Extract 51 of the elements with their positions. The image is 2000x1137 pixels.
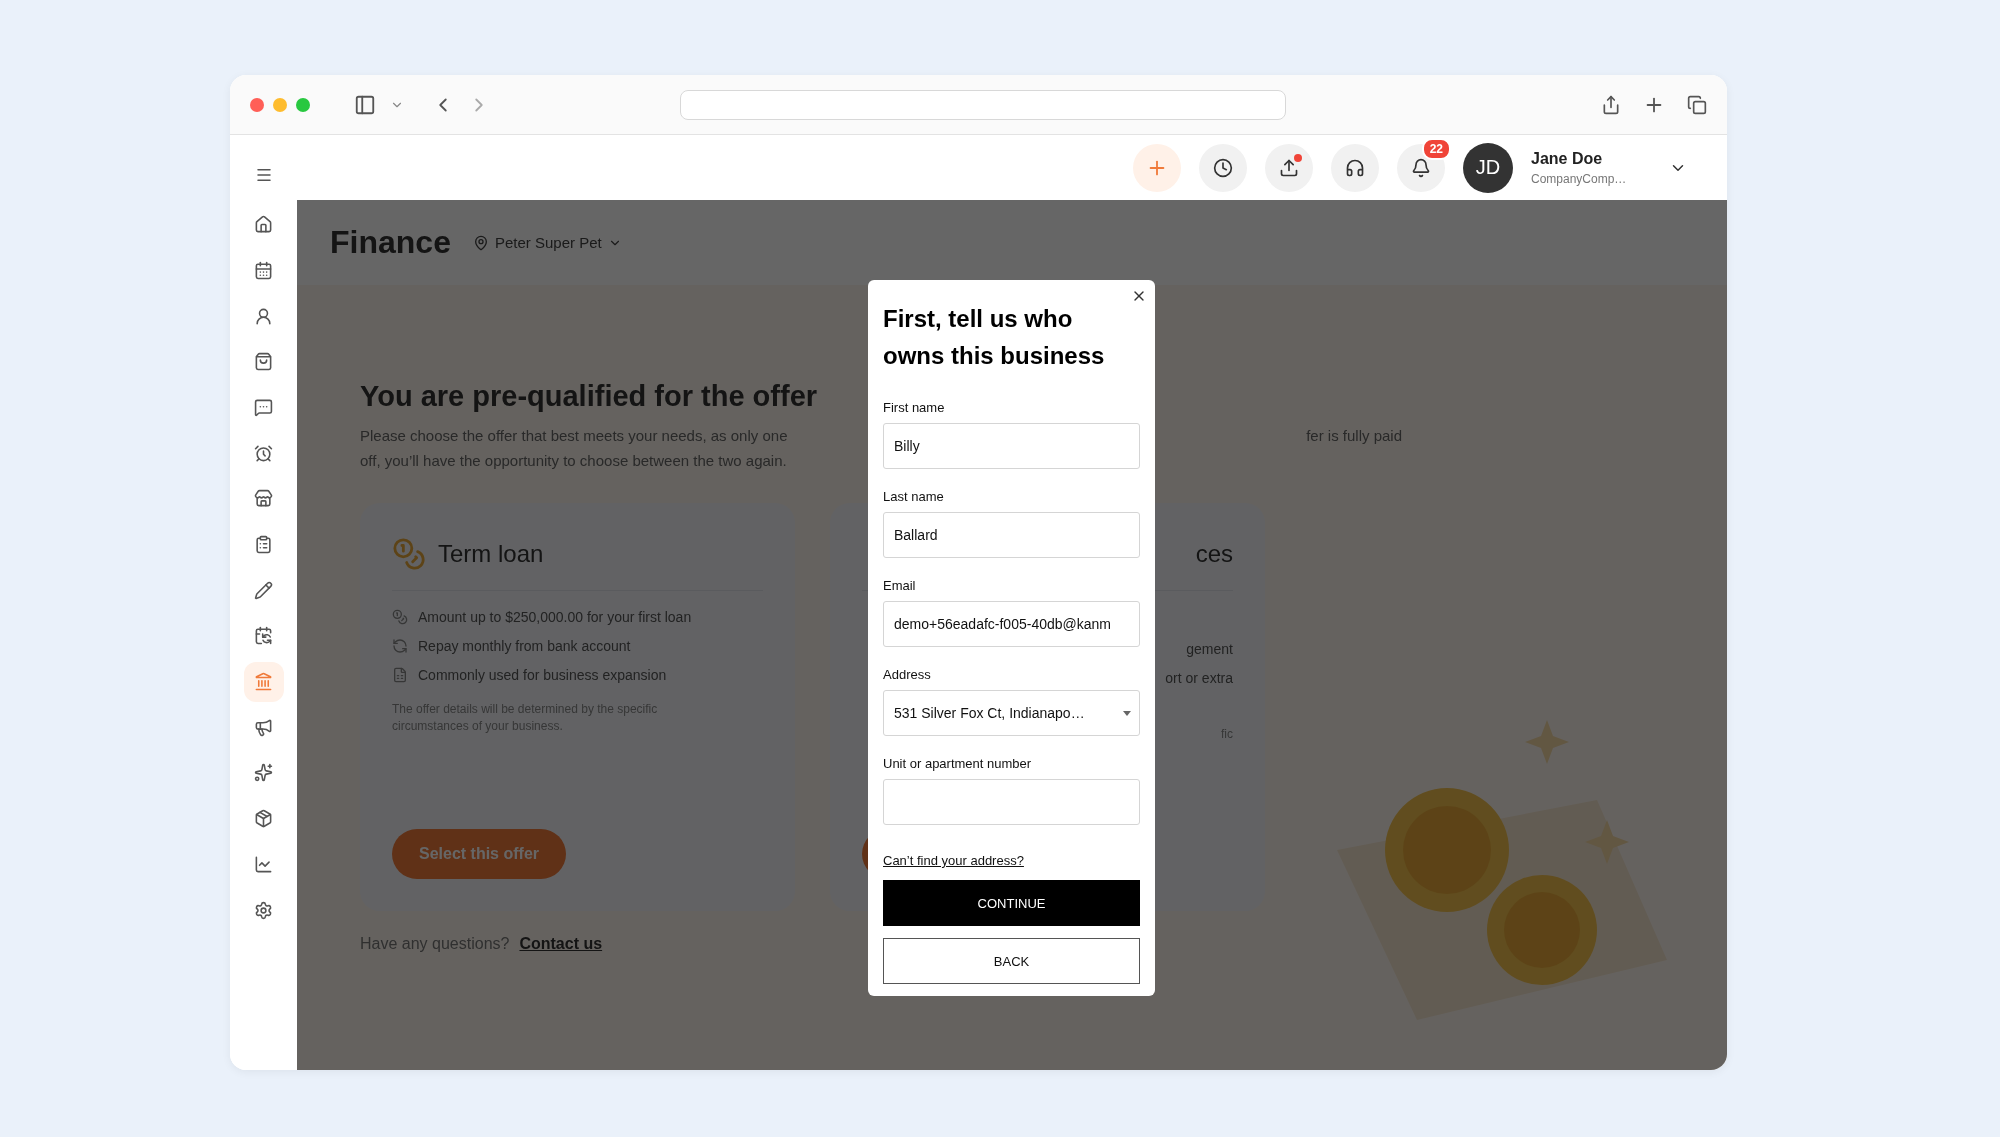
card-title: Term loan xyxy=(438,539,544,568)
field-label: Unit or apartment number xyxy=(883,756,1033,771)
user-name: Jane Doe xyxy=(1531,149,1604,168)
feature-text: gement xyxy=(1186,641,1233,657)
share-icon[interactable] xyxy=(1601,94,1621,115)
address-select[interactable]: 531 Silver Fox Ct, Indianapo… xyxy=(883,690,1140,736)
clock-icon xyxy=(1213,157,1233,178)
upload-icon xyxy=(1279,157,1299,178)
headset-button[interactable] xyxy=(1331,143,1379,192)
field-label: Address xyxy=(883,667,932,682)
feature-text: Amount up to $250,000.00 for your first loan xyxy=(418,609,692,625)
headset-icon xyxy=(1345,157,1365,178)
pin-icon xyxy=(472,234,489,251)
page-title: Finance xyxy=(330,224,451,261)
tabs-icon[interactable] xyxy=(1687,94,1707,115)
minimize-dot-icon[interactable] xyxy=(273,97,287,112)
offer-heading: You are pre-qualified for the offer xyxy=(360,380,818,413)
user-avatar[interactable]: JD xyxy=(1463,142,1513,193)
field-label: Last name xyxy=(883,489,945,504)
bank-icon[interactable] xyxy=(243,661,284,702)
zoom-dot-icon[interactable] xyxy=(296,97,310,112)
intro-text: fer is fully paid xyxy=(1306,426,1402,446)
back-button[interactable]: BACK xyxy=(883,938,1140,984)
feature-text: ort or extra xyxy=(1165,670,1233,686)
input-field[interactable]: Billy xyxy=(883,423,1140,469)
input-field[interactable]: demo+56eadafc-f005-40db@kanm xyxy=(883,601,1140,647)
caret-icon xyxy=(1123,710,1131,716)
company-name: CompanyComp… xyxy=(1531,171,1628,186)
field-label: First name xyxy=(883,400,946,415)
feature-text: Repay monthly from bank account xyxy=(418,638,631,654)
continue-button[interactable]: CONTINUE xyxy=(883,880,1140,926)
notification-count: 22 xyxy=(1421,137,1451,160)
input-field[interactable]: Ballard xyxy=(883,512,1140,558)
alert-dot xyxy=(1294,153,1302,162)
coins-icon xyxy=(392,609,408,625)
input-field[interactable] xyxy=(883,779,1140,825)
card-title: ces xyxy=(1195,539,1233,568)
dialog-title: First, tell us who owns this business xyxy=(883,304,1106,371)
clock-button[interactable] xyxy=(1199,143,1247,192)
add-button[interactable] xyxy=(1133,143,1181,192)
upload-button[interactable] xyxy=(1265,143,1313,192)
feature-text: Commonly used for business expansion xyxy=(418,667,667,683)
address-help-link[interactable]: Can’t find your address? xyxy=(883,853,1024,868)
intro-text: Please choose the offer that best meets your needs, as only one off, you’ll have the opportunity to choose between the two again. xyxy=(360,426,788,471)
sidebar-toggle-icon[interactable] xyxy=(354,93,376,116)
document-icon xyxy=(392,667,408,683)
bell-icon xyxy=(1411,157,1431,178)
field-label: Email xyxy=(883,578,917,593)
coin-icon xyxy=(392,536,426,571)
close-dot-icon[interactable] xyxy=(250,97,264,112)
refresh-icon xyxy=(392,638,408,654)
